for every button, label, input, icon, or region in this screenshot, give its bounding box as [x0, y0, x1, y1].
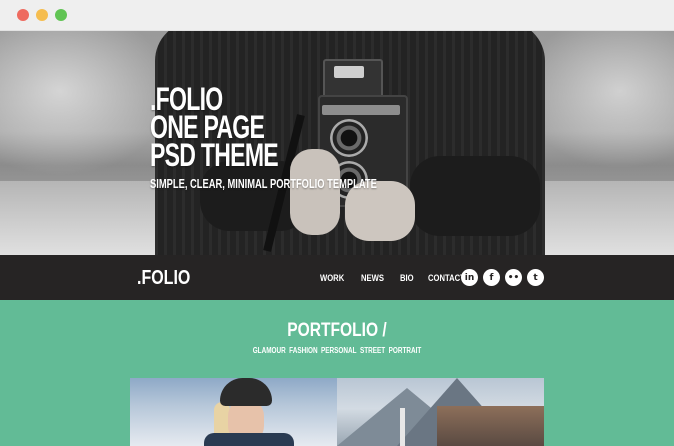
social-links: in f •• t [461, 269, 544, 286]
filter-personal[interactable]: PERSONAL [321, 346, 357, 355]
portfolio-grid [130, 378, 544, 446]
filter-fashion[interactable]: FASHION [289, 346, 317, 355]
linkedin-icon[interactable]: in [461, 269, 478, 286]
hand-left [290, 149, 340, 235]
facebook-icon[interactable]: f [483, 269, 500, 286]
zoom-window-button[interactable] [55, 9, 67, 21]
hero-title: .FOLIO ONE PAGE PSD THEME [150, 83, 279, 173]
nav-link-bio[interactable]: BIO [400, 273, 414, 283]
twitter-icon[interactable]: t [527, 269, 544, 286]
window-titlebar [0, 0, 674, 31]
minimize-window-button[interactable] [36, 9, 48, 21]
camera-nameplate [322, 105, 400, 115]
thumb-detail [220, 378, 272, 406]
portfolio-filters: GLAMOUR FASHION PERSONAL STREET PORTRAIT [67, 346, 606, 355]
camera-badge [334, 66, 364, 78]
portfolio-title: PORTFOLIO / [287, 320, 387, 341]
hero-subtitle: SIMPLE, CLEAR, MINIMAL PORTFOLIO TEMPLAT… [150, 176, 377, 191]
filter-portrait[interactable]: PORTRAIT [389, 346, 422, 355]
camera-lens-top [330, 119, 368, 157]
filter-glamour[interactable]: GLAMOUR [253, 346, 286, 355]
portfolio-section: PORTFOLIO / GLAMOUR FASHION PERSONAL STR… [0, 300, 674, 446]
sleeve-right [410, 156, 540, 236]
nav-link-contact[interactable]: CONTACT [428, 273, 465, 283]
thumb-detail [204, 433, 294, 446]
nav-links: WORK NEWS BIO CONTACT [320, 273, 471, 283]
browser-window: .FOLIO ONE PAGE PSD THEME SIMPLE, CLEAR,… [0, 0, 674, 446]
hero-title-line: PSD THEME [150, 137, 279, 173]
site-logo[interactable]: .FOLIO [137, 267, 190, 290]
nav-link-work[interactable]: WORK [320, 273, 344, 283]
portfolio-item-portrait[interactable] [130, 378, 337, 446]
portfolio-item-landscape[interactable] [337, 378, 544, 446]
flickr-icon[interactable]: •• [505, 269, 522, 286]
hero-section: .FOLIO ONE PAGE PSD THEME SIMPLE, CLEAR,… [0, 31, 674, 255]
thumb-detail [437, 406, 544, 446]
close-window-button[interactable] [17, 9, 29, 21]
filter-street[interactable]: STREET [360, 346, 385, 355]
thumb-detail [400, 408, 405, 446]
main-navbar: .FOLIO WORK NEWS BIO CONTACT in f •• t [0, 255, 674, 300]
nav-link-news[interactable]: NEWS [361, 273, 384, 283]
